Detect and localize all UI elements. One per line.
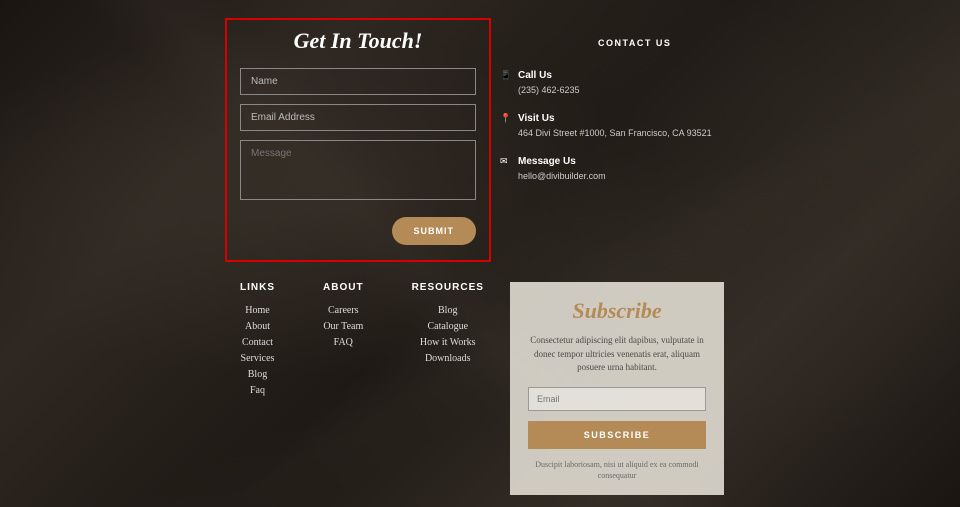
contact-item-visit: 📍 Visit Us 464 Divi Street #1000, San Fr… [500,113,712,138]
subscribe-button[interactable]: SUBSCRIBE [528,421,706,449]
links-col-about: ABOUT Careers Our Team FAQ [323,282,364,401]
subscribe-footnote: Duscipit laboriosam, nisi ut aliquid ex … [528,459,706,481]
contact-visit-title: Visit Us [518,113,712,124]
footer-link[interactable]: Blog [240,369,275,380]
links-header: LINKS [240,282,275,293]
contact-item-call: 📱 Call Us (235) 462-6235 [500,70,712,95]
contact-header: CONTACT US [598,38,712,48]
email-input[interactable] [240,104,476,131]
contact-visit-detail: 464 Divi Street #1000, San Francisco, CA… [518,128,712,138]
subscribe-title: Subscribe [528,298,706,324]
footer-link[interactable]: Our Team [323,321,364,332]
phone-icon: 📱 [500,70,518,95]
links-col-resources: RESOURCES Blog Catalogue How it Works Do… [412,282,484,401]
footer-link[interactable]: FAQ [323,337,364,348]
contact-message-title: Message Us [518,156,606,167]
footer-link[interactable]: How it Works [412,337,484,348]
footer-link[interactable]: Faq [240,385,275,396]
links-header: RESOURCES [412,282,484,293]
map-pin-icon: 📍 [500,113,518,138]
footer-link[interactable]: Downloads [412,353,484,364]
links-col-links: LINKS Home About Contact Services Blog F… [240,282,275,401]
name-input[interactable] [240,68,476,95]
footer-link[interactable]: Careers [323,305,364,316]
message-input[interactable] [240,140,476,200]
contact-call-detail: (235) 462-6235 [518,85,580,95]
contact-form: Get In Touch! SUBMIT [240,28,476,245]
form-title: Get In Touch! [240,28,476,54]
footer-link[interactable]: Catalogue [412,321,484,332]
envelope-icon: ✉ [500,156,518,181]
subscribe-description: Consectetur adipiscing elit dapibus, vul… [528,334,706,375]
subscribe-email-input[interactable] [528,387,706,411]
links-header: ABOUT [323,282,364,293]
contact-call-title: Call Us [518,70,580,81]
submit-button[interactable]: SUBMIT [392,217,477,245]
footer-link[interactable]: Services [240,353,275,364]
footer-links: LINKS Home About Contact Services Blog F… [240,282,484,401]
footer-link[interactable]: Home [240,305,275,316]
footer-link[interactable]: Contact [240,337,275,348]
contact-info: CONTACT US 📱 Call Us (235) 462-6235 📍 Vi… [500,38,712,199]
contact-message-detail: hello@divibuilder.com [518,171,606,181]
subscribe-box: Subscribe Consectetur adipiscing elit da… [510,282,724,495]
contact-item-message: ✉ Message Us hello@divibuilder.com [500,156,712,181]
footer-link[interactable]: About [240,321,275,332]
footer-link[interactable]: Blog [412,305,484,316]
